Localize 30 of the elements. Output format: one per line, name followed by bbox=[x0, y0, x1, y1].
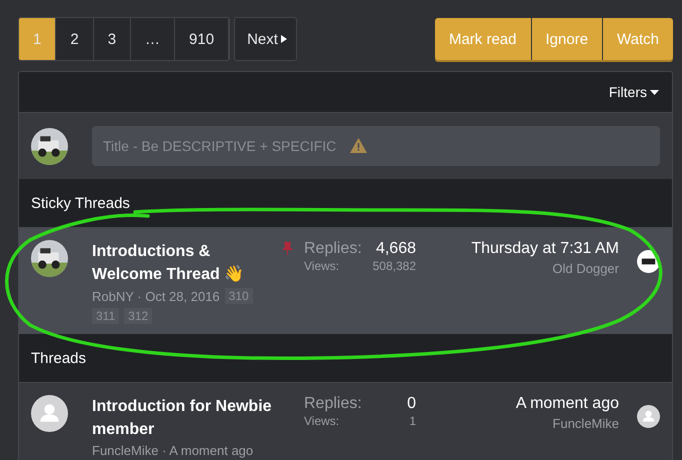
views-label: Views: bbox=[304, 414, 340, 428]
views-label: Views: bbox=[304, 259, 340, 273]
title-field[interactable]: Title - Be DESCRIPTIVE + SPECIFIC bbox=[92, 126, 660, 166]
replies-label: Replies: bbox=[304, 395, 362, 413]
last-poster[interactable]: FuncleMike bbox=[552, 416, 619, 431]
page-button[interactable]: … bbox=[131, 18, 176, 60]
replies-count: 0 bbox=[406, 395, 416, 413]
views-count: 1 bbox=[408, 414, 416, 428]
last-post-time[interactable]: A moment ago bbox=[516, 395, 619, 413]
next-button[interactable]: Next bbox=[234, 17, 297, 61]
section-title: Threads bbox=[31, 350, 86, 366]
last-post-time[interactable]: Thursday at 7:31 AM bbox=[471, 240, 619, 258]
logo-avatar-icon bbox=[637, 250, 660, 273]
thread-title[interactable]: Introduction for Newbie member bbox=[92, 395, 282, 441]
page-button[interactable]: 3 bbox=[94, 18, 132, 60]
caret-down-icon bbox=[650, 90, 659, 94]
thread-meta: FuncleMike · A moment ago bbox=[92, 443, 254, 458]
thread-meta: RobNY · Oct 28, 2016 bbox=[92, 288, 220, 304]
page-button[interactable]: 910 bbox=[175, 18, 230, 60]
views-count: 508,382 bbox=[372, 259, 416, 273]
user-avatar-icon bbox=[31, 395, 68, 432]
thread-title[interactable]: Introductions & Welcome Thread 👋 bbox=[92, 240, 282, 286]
user-avatar-icon bbox=[637, 405, 660, 428]
section-title: Sticky Threads bbox=[31, 194, 130, 212]
filters-button[interactable]: Filters bbox=[608, 84, 659, 100]
replies-count: 4,668 bbox=[374, 240, 416, 258]
replies-label: Replies: bbox=[304, 240, 362, 258]
caret-icon bbox=[280, 35, 287, 43]
page-button[interactable]: 2 bbox=[56, 18, 94, 60]
warning-icon bbox=[350, 138, 367, 153]
